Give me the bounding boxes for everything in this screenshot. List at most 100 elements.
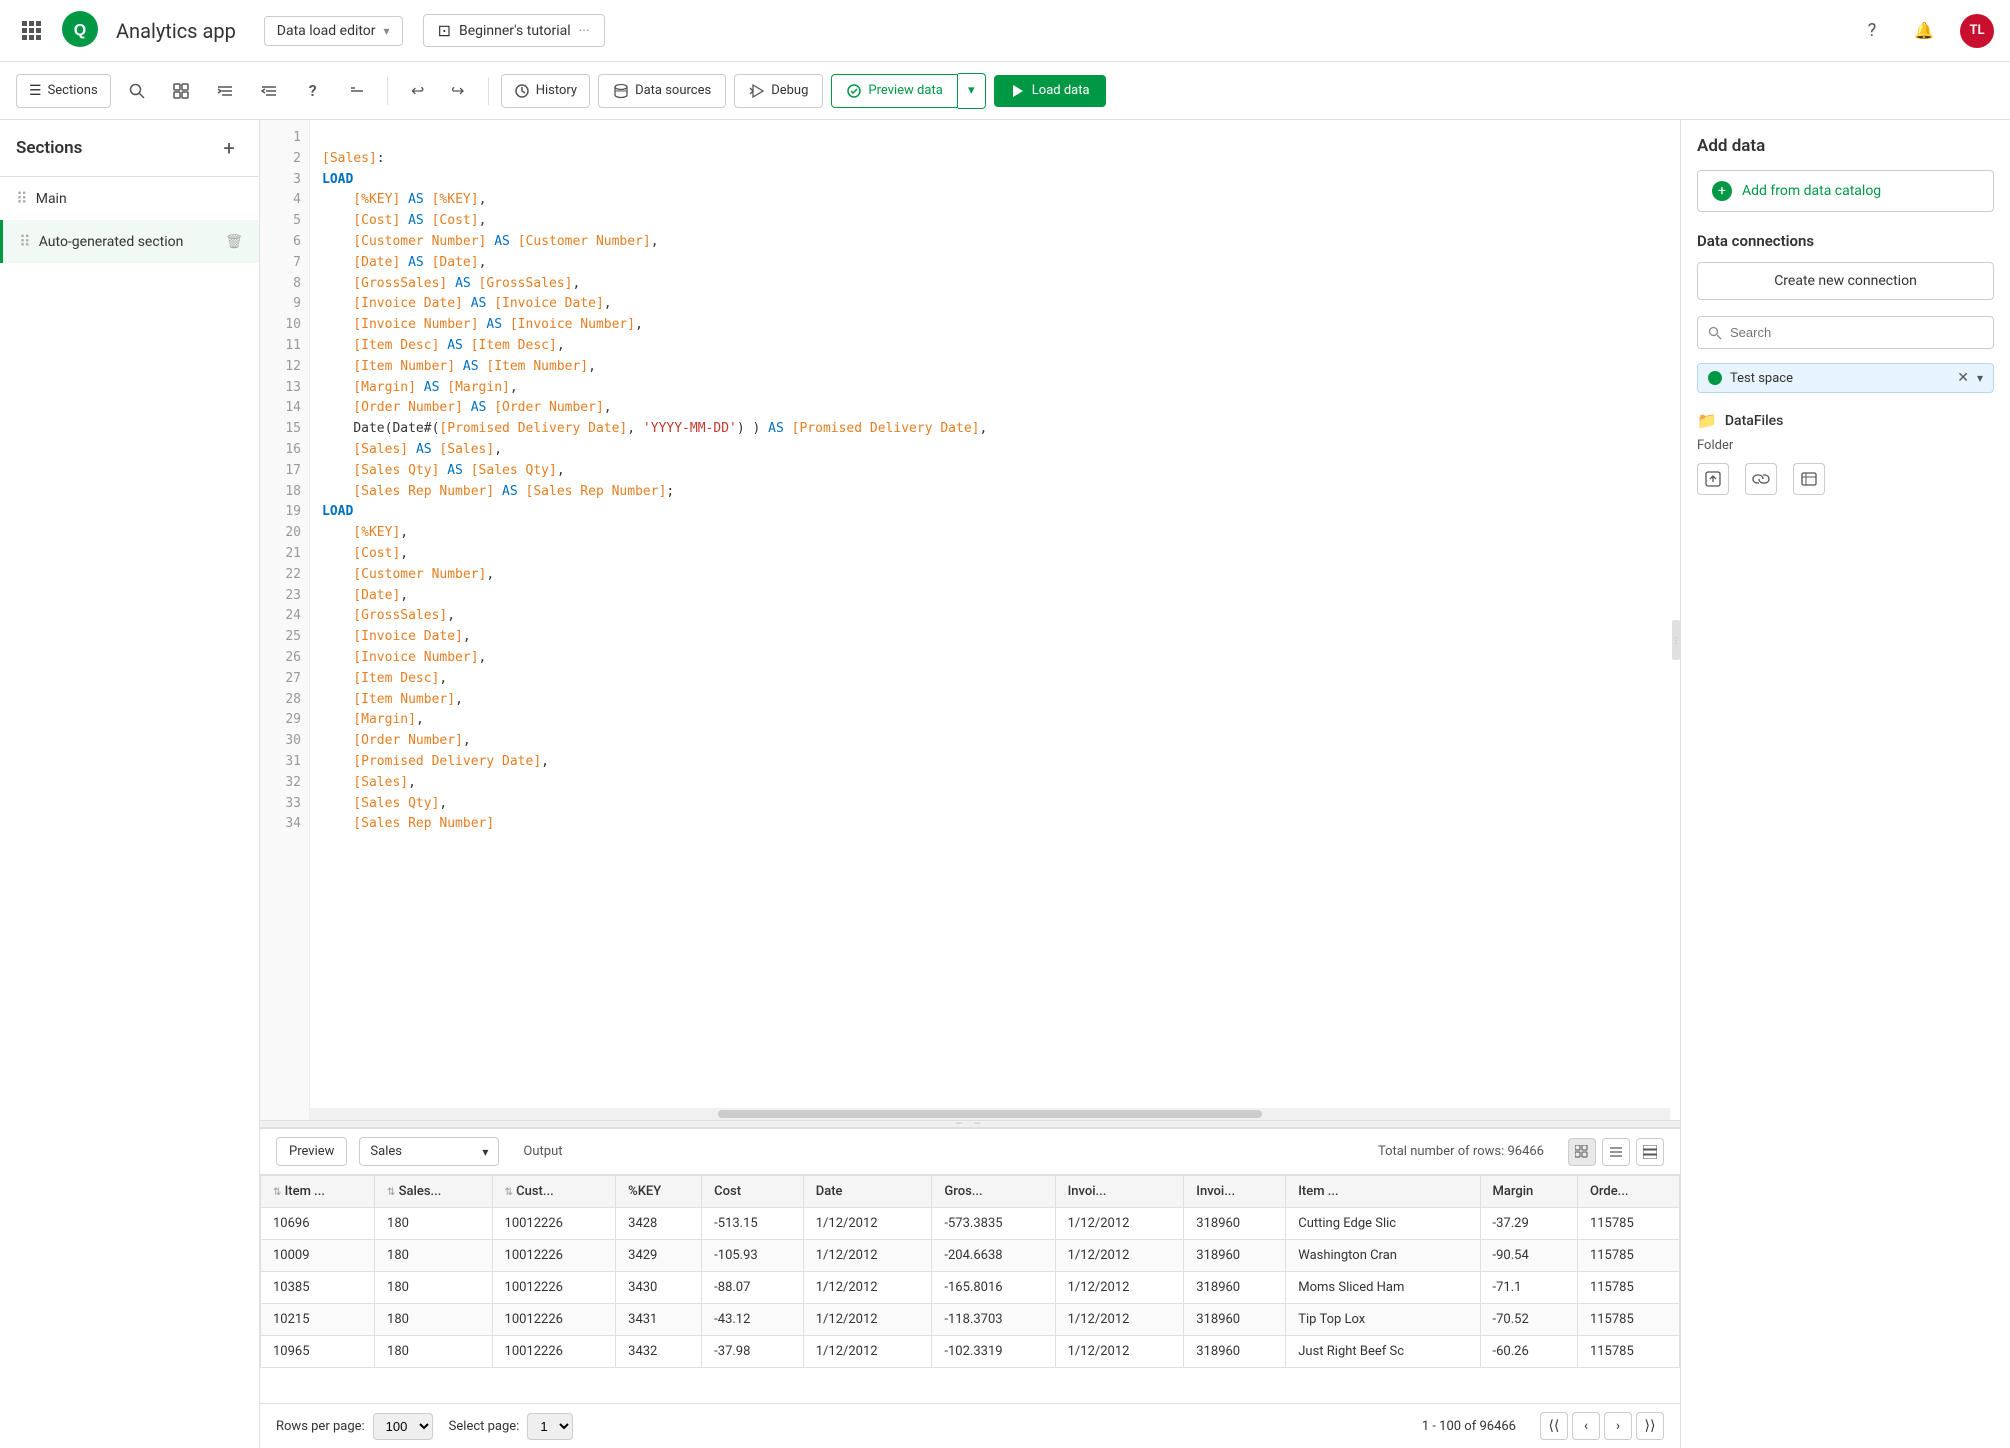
- editor-area: 1234567891011121314151617181920212223242…: [260, 120, 1680, 1448]
- app-grid-icon[interactable]: [16, 15, 48, 47]
- col-header-sales[interactable]: ⇅ Sales...: [375, 1176, 492, 1208]
- data-sources-label: Data sources: [635, 83, 711, 98]
- col-header-date[interactable]: Date: [803, 1176, 932, 1208]
- add-from-catalog-btn[interactable]: + Add from data catalog: [1697, 170, 1994, 212]
- page-prev-btn[interactable]: ‹: [1572, 1412, 1600, 1440]
- rows-per-page-label: Rows per page:: [276, 1419, 365, 1434]
- main-layout: Sections + ⠿ Main ⠿ Auto-generated secti…: [0, 120, 2010, 1448]
- search-btn[interactable]: [119, 73, 155, 109]
- add-section-btn[interactable]: +: [215, 134, 243, 162]
- col-header-margin[interactable]: Margin: [1480, 1176, 1577, 1208]
- data-sources-btn[interactable]: Data sources: [598, 74, 726, 108]
- folder-icon: 📁: [1697, 411, 1717, 430]
- undo-btn[interactable]: ↩: [400, 73, 436, 109]
- col-header-orde[interactable]: Orde...: [1577, 1176, 1679, 1208]
- sidebar-item-autogenerated[interactable]: ⠿ Auto-generated section 🗑: [0, 220, 259, 263]
- col-header-key[interactable]: %KEY: [616, 1176, 702, 1208]
- table-selector-chevron: ▾: [482, 1145, 488, 1159]
- add-data-title: Add data: [1697, 136, 1994, 156]
- grid-view-icon[interactable]: [1568, 1138, 1596, 1166]
- tag-close-icon[interactable]: ✕: [1957, 370, 1969, 386]
- link-file-icon[interactable]: [1745, 463, 1777, 495]
- col-header-cust[interactable]: ⇅ Cust...: [492, 1176, 616, 1208]
- tag-expand-icon[interactable]: ▾: [1977, 371, 1983, 385]
- load-data-btn[interactable]: Load data: [994, 75, 1106, 107]
- data-connections-title: Data connections: [1697, 232, 1994, 250]
- status-bar: Rows per page: 100 50 200 Select page: 1…: [260, 1403, 1680, 1448]
- select-file-icon[interactable]: [1793, 463, 1825, 495]
- compact-view-icon[interactable]: [1636, 1138, 1664, 1166]
- preview-tab[interactable]: Preview: [276, 1137, 347, 1166]
- history-label: History: [536, 83, 577, 98]
- col-header-gros[interactable]: Gros...: [932, 1176, 1055, 1208]
- search-input[interactable]: [1730, 325, 1983, 340]
- col-header-item[interactable]: ⇅ Item ...: [261, 1176, 375, 1208]
- tutorial-more-icon[interactable]: ···: [579, 23, 590, 39]
- indent-btn[interactable]: [207, 73, 243, 109]
- folder-label: Folder: [1697, 438, 1994, 453]
- line-numbers: 1234567891011121314151617181920212223242…: [260, 120, 310, 1120]
- table-selector-label: Sales: [370, 1144, 402, 1159]
- list-view-icon[interactable]: [1602, 1138, 1630, 1166]
- debug-label: Debug: [771, 83, 808, 98]
- debug-btn[interactable]: Debug: [734, 74, 823, 108]
- col-header-invoi1[interactable]: Invoi...: [1055, 1176, 1184, 1208]
- layout-view-btn[interactable]: [163, 73, 199, 109]
- page-last-btn[interactable]: ⟩⟩: [1636, 1412, 1664, 1440]
- qlik-logo[interactable]: Q: [60, 9, 100, 53]
- sections-toggle-btn[interactable]: ☰ Sections: [16, 74, 111, 108]
- resize-handle[interactable]: — —: [260, 1120, 1680, 1128]
- help-icon[interactable]: ?: [1856, 15, 1888, 47]
- data-table-wrapper[interactable]: ⇅ Item ... ⇅ Sales... ⇅ Cust... %KEY Cos…: [260, 1175, 1680, 1403]
- table-row: 10696180100122263428-513.151/12/2012-573…: [261, 1208, 1680, 1240]
- col-header-item2[interactable]: Item ...: [1286, 1176, 1480, 1208]
- history-btn[interactable]: History: [501, 74, 590, 108]
- editor-selector-chevron: ▾: [384, 24, 390, 38]
- delete-section-icon[interactable]: 🗑: [225, 234, 243, 250]
- sections-panel-icon: ☰: [29, 83, 42, 99]
- bottom-panel: Preview Sales ▾ Output Total number of r…: [260, 1128, 1680, 1448]
- outdent-btn[interactable]: [251, 73, 287, 109]
- page-first-btn[interactable]: ⟨⟨: [1540, 1412, 1568, 1440]
- tutorial-btn[interactable]: ⊡ Beginner's tutorial ···: [423, 14, 605, 47]
- col-header-invoi2[interactable]: Invoi...: [1184, 1176, 1286, 1208]
- preview-data-chevron[interactable]: ▾: [958, 73, 986, 109]
- pagination-info: 1 - 100 of 96466: [1422, 1419, 1516, 1434]
- redo-btn[interactable]: ↪: [440, 73, 476, 109]
- qlik-space-dot: [1708, 371, 1722, 385]
- plus-icon: +: [1712, 181, 1732, 201]
- table-row: 10009180100122263429-105.931/12/2012-204…: [261, 1240, 1680, 1272]
- code-editor[interactable]: 1234567891011121314151617181920212223242…: [260, 120, 1680, 1120]
- editor-selector-label: Data load editor: [277, 23, 376, 39]
- sidebar: Sections + ⠿ Main ⠿ Auto-generated secti…: [0, 120, 260, 1448]
- code-content[interactable]: [Sales]: LOAD [%KEY] AS [%KEY], [Cost] A…: [310, 120, 1680, 1120]
- sidebar-item-main[interactable]: ⠿ Main: [0, 177, 259, 220]
- rows-per-page-select[interactable]: 100 50 200: [373, 1413, 433, 1440]
- sidebar-title: Sections: [16, 138, 82, 158]
- catalog-btn-label: Add from data catalog: [1742, 183, 1881, 199]
- page-next-btn[interactable]: ›: [1604, 1412, 1632, 1440]
- notification-icon[interactable]: 🔔: [1908, 15, 1940, 47]
- load-data-label: Load data: [1032, 83, 1090, 98]
- output-tab[interactable]: Output: [511, 1138, 574, 1165]
- select-page-label: Select page:: [449, 1419, 520, 1434]
- app-title: Analytics app: [116, 19, 236, 43]
- table-row: 10385180100122263430-88.071/12/2012-165.…: [261, 1272, 1680, 1304]
- upload-file-icon[interactable]: [1697, 463, 1729, 495]
- create-connection-btn[interactable]: Create new connection: [1697, 262, 1994, 300]
- editor-selector[interactable]: Data load editor ▾: [264, 16, 403, 46]
- help-code-btn[interactable]: ?: [295, 73, 331, 109]
- comment-btn[interactable]: [339, 73, 375, 109]
- preview-data-label: Preview data: [868, 83, 942, 98]
- preview-data-btn[interactable]: Preview data: [831, 74, 957, 108]
- search-box[interactable]: [1697, 316, 1994, 349]
- svg-text:Q: Q: [74, 22, 86, 39]
- table-row: 10965180100122263432-37.981/12/2012-102.…: [261, 1336, 1680, 1368]
- col-header-cost[interactable]: Cost: [702, 1176, 804, 1208]
- test-space-label: Test space: [1730, 371, 1949, 386]
- avatar[interactable]: TL: [1960, 14, 1994, 48]
- top-nav: Q Analytics app Data load editor ▾ ⊡ Beg…: [0, 0, 2010, 62]
- select-page-select[interactable]: 1 2: [527, 1413, 573, 1440]
- sidebar-header: Sections +: [0, 120, 259, 177]
- table-selector[interactable]: Sales ▾: [359, 1137, 499, 1166]
